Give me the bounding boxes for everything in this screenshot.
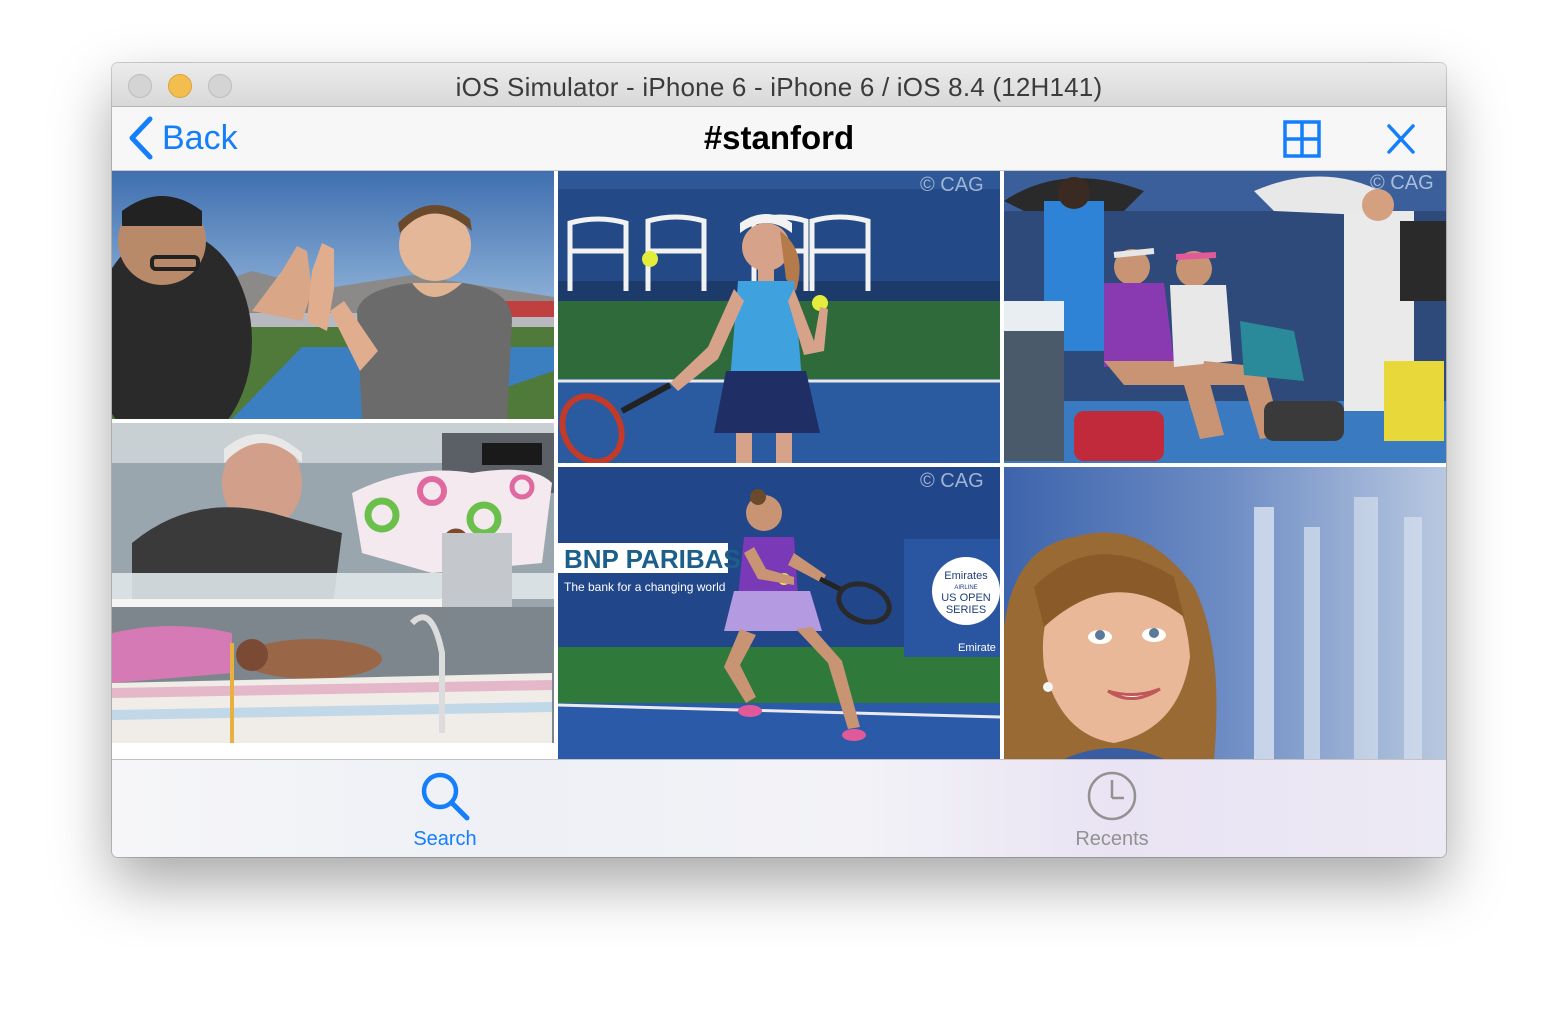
us-open-text: US OPEN	[941, 592, 991, 604]
photo-courtside-image: © CAG	[1004, 171, 1446, 463]
window-titlebar: iOS Simulator - iPhone 6 - iPhone 6 / iO…	[112, 63, 1446, 107]
search-icon	[421, 772, 470, 821]
photo-incubator-image	[112, 423, 554, 743]
photo-high-five-image	[112, 171, 554, 419]
close-button[interactable]	[1384, 120, 1418, 158]
photo-tile-woman[interactable]	[1004, 467, 1446, 759]
sponsor-sub-text: The bank for a changing world	[564, 580, 725, 594]
sponsor-main-text: BNP PARIBAS	[564, 544, 741, 574]
window-title: iOS Simulator - iPhone 6 - iPhone 6 / iO…	[455, 72, 1103, 102]
grid-view-button[interactable]	[1282, 119, 1322, 159]
photo-grid: © CAG © CAG BNP PARIBAS The bank for a c…	[112, 171, 1446, 759]
navigation-bar: Back #stanford	[112, 107, 1446, 171]
photo-tile-tennis-purple[interactable]: BNP PARIBAS The bank for a changing worl…	[558, 467, 1000, 759]
photo-tile-incubator[interactable]	[112, 423, 554, 743]
tab-search[interactable]: Search	[345, 770, 545, 856]
photo-tennis-purple-image: BNP PARIBAS The bank for a changing worl…	[558, 467, 1000, 759]
photo-woman-image	[1004, 467, 1446, 759]
clock-icon	[1087, 771, 1137, 821]
photo-tile-high-five[interactable]	[112, 171, 554, 419]
photo-tile-courtside[interactable]: © CAG	[1004, 171, 1446, 463]
grid-icon	[1283, 120, 1321, 158]
photo-tennis-blue-image: © CAG	[558, 171, 1000, 463]
airline-text: AIRLINE	[954, 585, 977, 591]
emirates-text: Emirates	[944, 570, 988, 582]
tab-bar: Search Recents	[112, 759, 1446, 857]
series-text: SERIES	[946, 604, 986, 616]
photo-tile-tennis-blue[interactable]: © CAG	[558, 171, 1000, 463]
page-title: #stanford	[703, 119, 855, 156]
watermark-text: © CAG	[920, 174, 984, 196]
emirates-small-text: Emirate	[958, 642, 996, 654]
close-icon	[1387, 124, 1415, 154]
tab-recents-label: Recents	[1075, 828, 1149, 850]
tab-search-label: Search	[413, 828, 477, 850]
watermark-text: © CAG	[920, 470, 984, 492]
tab-recents[interactable]: Recents	[1012, 770, 1212, 856]
simulator-window: iOS Simulator - iPhone 6 - iPhone 6 / iO…	[112, 63, 1446, 857]
